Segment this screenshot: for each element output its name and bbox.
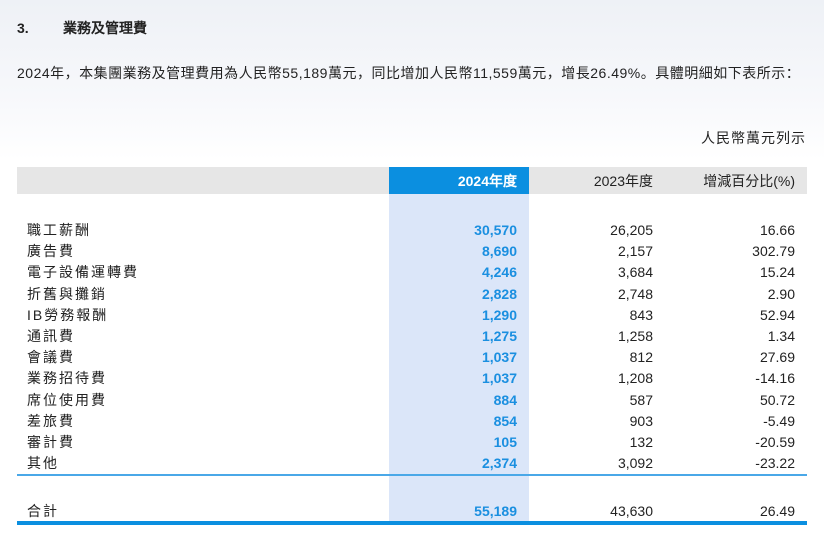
table-row-y2023: 3,684 <box>617 264 653 281</box>
table-row-y2024: 4,246 <box>481 264 517 281</box>
table-row-y2023: 587 <box>629 391 653 408</box>
header-2024: 2024年度 <box>457 173 517 189</box>
header-change: 增減百分比(%) <box>703 173 795 189</box>
total-label: 合計 <box>27 503 59 519</box>
subtotal-divider <box>17 474 807 476</box>
table-row-label: 審計費 <box>27 434 75 450</box>
summary-paragraph: 2024年，本集團業務及管理費用為人民幣55,189萬元，同比增加人民幣11,5… <box>17 65 801 81</box>
table-row-label: 差旅費 <box>27 412 75 429</box>
table-row-y2023: 132 <box>629 434 653 450</box>
table-row-change: -5.49 <box>763 412 795 429</box>
table-row-label: IB勞務報酬 <box>27 306 109 323</box>
table-row-y2024: 105 <box>493 434 517 450</box>
table-row-y2024: 8,690 <box>481 243 517 260</box>
table-row-label: 職工薪酬 <box>27 222 91 238</box>
table-row-label: 通訊費 <box>27 328 75 344</box>
table-row-change: 16.66 <box>759 222 795 238</box>
table-row-change: 2.90 <box>767 285 795 302</box>
table-row-y2024: 1,037 <box>481 349 517 366</box>
section-heading: 3. 業務及管理費 <box>17 20 147 36</box>
table-row-change: 52.94 <box>759 306 795 323</box>
table-row-change: 302.79 <box>752 243 795 260</box>
table-row-label: 電子設備運轉費 <box>27 264 139 281</box>
table-row-y2023: 843 <box>629 306 653 323</box>
total-2023: 43,630 <box>610 503 653 519</box>
table-row-change: 15.24 <box>759 264 795 281</box>
table-row-label: 業務招待費 <box>27 370 107 387</box>
total-change: 26.49 <box>759 503 795 519</box>
table-row-y2024: 1,037 <box>481 370 517 387</box>
total-2024: 55,189 <box>474 503 517 519</box>
table-row-change: -14.16 <box>755 370 795 387</box>
table-row-y2024: 884 <box>493 391 517 408</box>
table-row-change: -23.22 <box>755 455 795 472</box>
unit-note: 人民幣萬元列示 <box>701 130 806 146</box>
table-row-y2024: 2,828 <box>481 285 517 302</box>
table-row-y2023: 26,205 <box>610 222 653 238</box>
table-row-change: 27.69 <box>759 349 795 366</box>
table-row-y2024: 854 <box>493 412 517 429</box>
table-row-label: 會議費 <box>27 349 75 366</box>
table-row-y2023: 3,092 <box>617 455 653 472</box>
table-row-label: 席位使用費 <box>27 391 107 408</box>
table-row-y2024: 30,570 <box>474 222 517 238</box>
table-row-y2024: 2,374 <box>481 455 517 472</box>
table-row-change: 50.72 <box>759 391 795 408</box>
header-2023: 2023年度 <box>593 173 653 189</box>
table-row-label: 廣告費 <box>27 243 75 260</box>
table-row-label: 其他 <box>27 455 59 472</box>
table-row-y2023: 2,157 <box>617 243 653 260</box>
table-row-change: 1.34 <box>767 328 795 344</box>
table-row-y2023: 903 <box>629 412 653 429</box>
table-row-y2023: 1,208 <box>617 370 653 387</box>
total-divider <box>17 521 807 525</box>
table-row-y2024: 1,275 <box>481 328 517 344</box>
table-row-y2023: 2,748 <box>617 285 653 302</box>
table-row-y2024: 1,290 <box>481 306 517 323</box>
table-row-change: -20.59 <box>755 434 795 450</box>
table-row-label: 折舊與攤銷 <box>27 285 107 302</box>
table-row-y2023: 812 <box>629 349 653 366</box>
table-row-y2023: 1,258 <box>617 328 653 344</box>
